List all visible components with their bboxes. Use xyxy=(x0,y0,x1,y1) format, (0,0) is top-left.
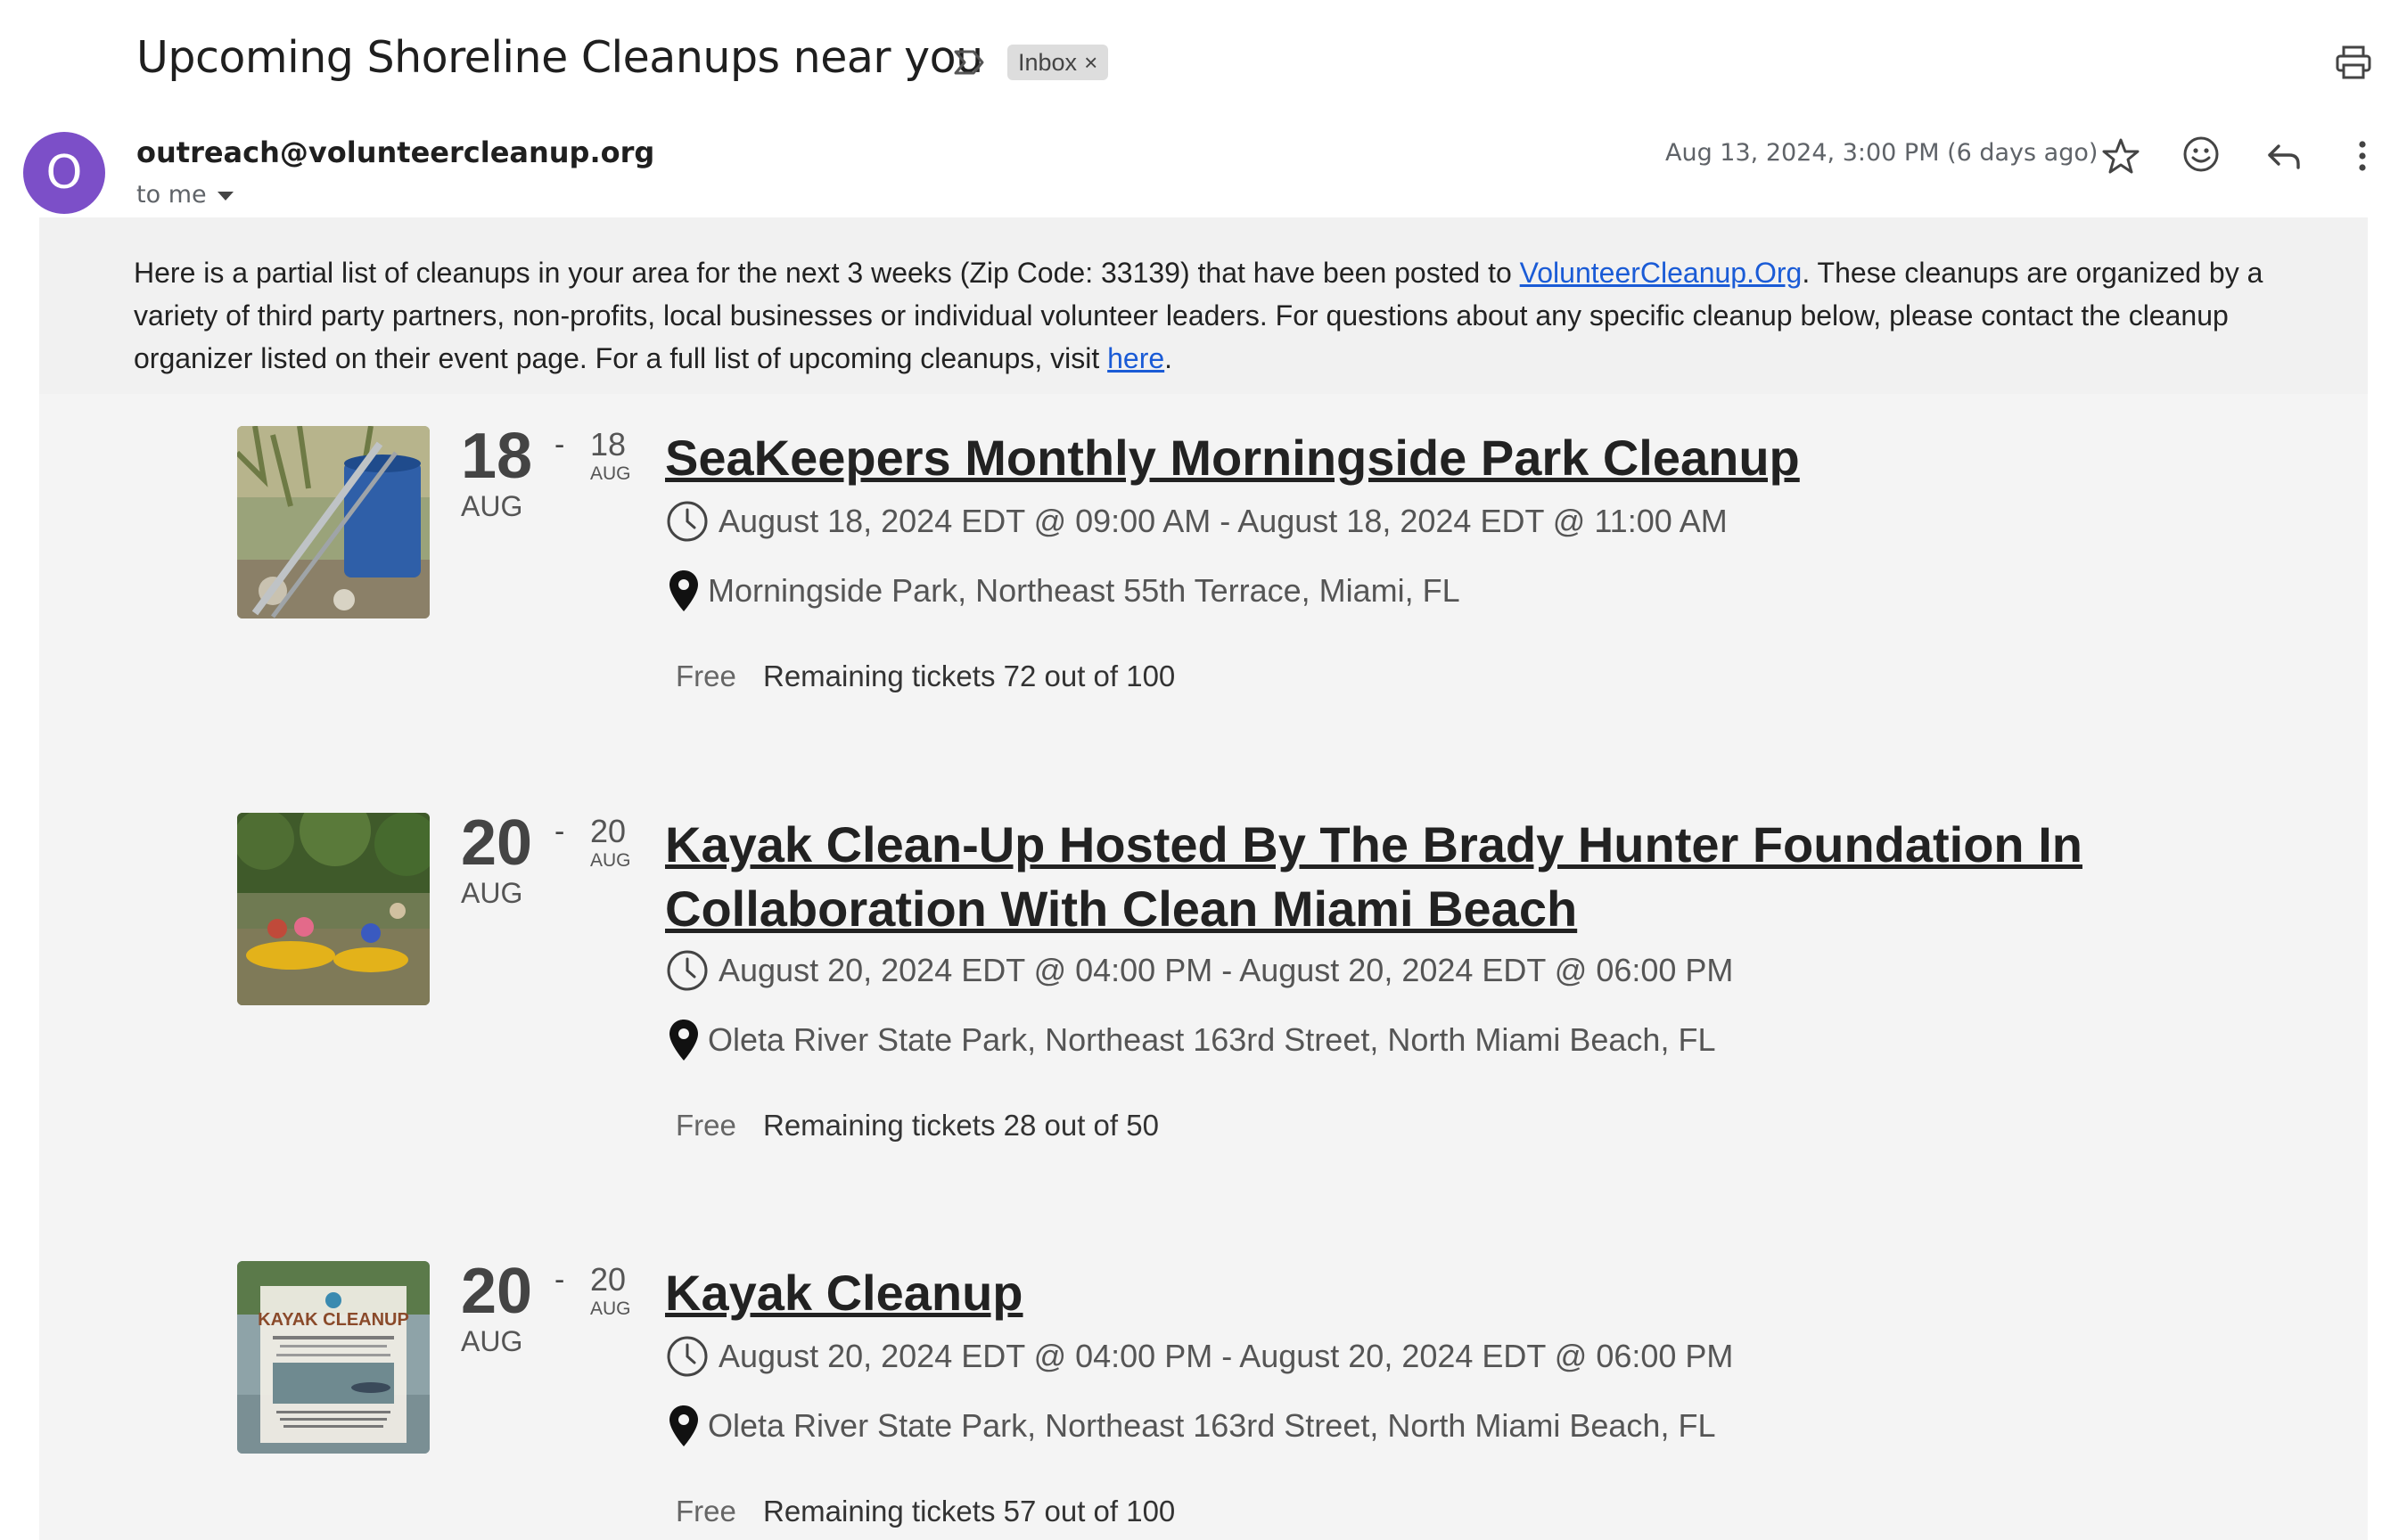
chevron-down-icon[interactable] xyxy=(217,191,234,201)
clock-icon xyxy=(665,948,710,993)
intro-paragraph: Here is a partial list of cleanups in yo… xyxy=(134,251,2273,380)
important-marker-icon[interactable] xyxy=(952,45,988,80)
message-date: Aug 13, 2024, 3:00 PM (6 days ago) xyxy=(1665,139,2099,167)
sender-avatar[interactable]: O xyxy=(23,132,105,214)
more-options-icon[interactable] xyxy=(2350,135,2375,176)
reply-icon[interactable] xyxy=(2263,135,2304,176)
date-separator: - xyxy=(554,428,565,462)
event-location: Oleta River State Park, Northeast 163rd … xyxy=(708,1021,1716,1058)
recipient-text: to me xyxy=(136,181,207,209)
remove-label-icon[interactable]: × xyxy=(1084,49,1097,76)
full-list-link[interactable]: here xyxy=(1107,342,1164,374)
start-month: AUG xyxy=(461,877,523,909)
event-location: Morningside Park, Northeast 55th Terrace… xyxy=(708,572,1460,609)
end-day: 18 xyxy=(590,426,627,463)
remaining-tickets: Remaining tickets 57 out of 100 xyxy=(763,1495,1176,1528)
end-day: 20 xyxy=(590,1261,627,1298)
volunteercleanup-link[interactable]: VolunteerCleanup.Org xyxy=(1520,257,1803,289)
sender-address[interactable]: outreach@volunteercleanup.org xyxy=(136,135,654,169)
email-subject: Upcoming Shoreline Cleanups near you xyxy=(136,32,983,83)
event-price: Free xyxy=(676,1495,736,1528)
event-title-link[interactable]: Kayak Cleanup xyxy=(665,1261,2181,1325)
remaining-tickets: Remaining tickets 28 out of 50 xyxy=(763,1109,1159,1142)
date-separator: - xyxy=(554,815,565,848)
end-month: AUG xyxy=(590,463,631,484)
event-title-link[interactable]: SeaKeepers Monthly Morningside Park Clea… xyxy=(665,426,2181,490)
event-location: Oleta River State Park, Northeast 163rd … xyxy=(708,1407,1716,1444)
start-month: AUG xyxy=(461,490,523,522)
event-thumbnail[interactable] xyxy=(237,426,430,618)
event-time: August 20, 2024 EDT @ 04:00 PM - August … xyxy=(719,1338,1734,1374)
event-thumbnail[interactable]: KAYAK CLEANUP xyxy=(237,1261,430,1454)
location-pin-icon xyxy=(667,1404,701,1448)
start-day: 20 xyxy=(461,807,533,879)
end-month: AUG xyxy=(590,850,631,871)
event-time: August 18, 2024 EDT @ 09:00 AM - August … xyxy=(719,503,1728,539)
event-price: Free xyxy=(676,1109,736,1142)
intro-text: . xyxy=(1164,342,1173,374)
event-title-link[interactable]: Kayak Clean-Up Hosted By The Brady Hunte… xyxy=(665,813,2181,941)
start-day: 20 xyxy=(461,1256,533,1327)
event-price: Free xyxy=(676,659,736,692)
inbox-label-chip[interactable]: Inbox × xyxy=(1007,45,1109,80)
intro-text: Here is a partial list of cleanups in yo… xyxy=(134,257,1520,289)
end-day: 20 xyxy=(590,813,627,849)
date-separator: - xyxy=(554,1263,565,1297)
poster-title: KAYAK CLEANUP xyxy=(258,1310,409,1330)
start-month: AUG xyxy=(461,1325,523,1357)
start-day: 18 xyxy=(461,421,533,492)
print-icon[interactable] xyxy=(2334,43,2373,82)
event-time: August 20, 2024 EDT @ 04:00 PM - August … xyxy=(719,952,1734,988)
clock-icon xyxy=(665,1334,710,1379)
emoji-reaction-icon[interactable] xyxy=(2181,134,2222,175)
location-pin-icon xyxy=(667,1018,701,1062)
event-thumbnail[interactable] xyxy=(237,813,430,1005)
inbox-label-text: Inbox xyxy=(1018,49,1078,76)
remaining-tickets: Remaining tickets 72 out of 100 xyxy=(763,659,1176,692)
recipient-details[interactable]: to me xyxy=(136,181,234,209)
end-month: AUG xyxy=(590,1298,631,1319)
location-pin-icon xyxy=(667,569,701,613)
star-icon[interactable] xyxy=(2100,135,2141,176)
clock-icon xyxy=(665,499,710,544)
